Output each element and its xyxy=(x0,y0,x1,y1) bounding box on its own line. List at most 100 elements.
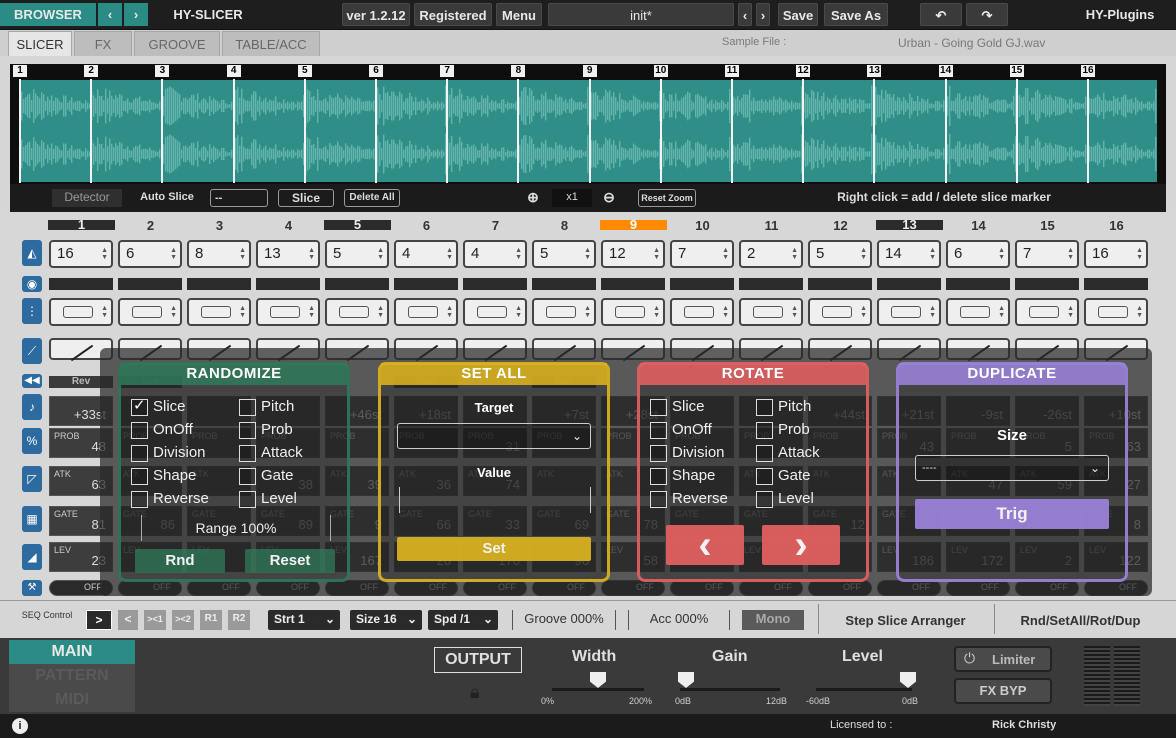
slice-select[interactable]: 6 ▲ ▼ xyxy=(946,240,1010,268)
reset-zoom-button[interactable]: Reset Zoom xyxy=(638,189,696,207)
division-select[interactable]: ▲ ▼ xyxy=(808,298,872,326)
spinner-icon[interactable]: ▲ ▼ xyxy=(860,305,867,319)
set-button[interactable]: Set xyxy=(397,537,591,561)
division-select[interactable]: ▲ ▼ xyxy=(325,298,389,326)
rnd-shape-checkbox[interactable]: Shape xyxy=(131,467,196,485)
onoff-toggle[interactable] xyxy=(670,278,734,290)
division-select[interactable]: ▲ ▼ xyxy=(946,298,1010,326)
spinner-icon[interactable]: ▲ ▼ xyxy=(722,305,729,319)
tab-fx[interactable]: FX xyxy=(74,31,132,56)
seq-groove-value[interactable]: Groove 000% xyxy=(512,610,616,630)
onoff-toggle[interactable] xyxy=(1015,278,1079,290)
slice-marker-line[interactable] xyxy=(517,79,520,183)
slice-marker-label[interactable]: 7 xyxy=(440,65,455,77)
nav-main[interactable]: MAIN xyxy=(9,640,135,664)
spinner-icon[interactable]: ▲ ▼ xyxy=(446,305,453,319)
rot-shape-checkbox[interactable]: Shape xyxy=(650,467,715,485)
rot-level-checkbox[interactable]: Level xyxy=(756,490,814,508)
nav-pattern[interactable]: PATTERN xyxy=(9,664,135,688)
rot-gate-checkbox[interactable]: Gate xyxy=(756,467,811,485)
division-select[interactable]: ▲ ▼ xyxy=(1015,298,1079,326)
spinner-icon[interactable]: ▲ ▼ xyxy=(101,305,108,319)
browser-prev-button[interactable]: ‹ xyxy=(98,3,122,26)
spinner-icon[interactable]: ▲ ▼ xyxy=(239,305,246,319)
onoff-toggle[interactable] xyxy=(118,278,182,290)
rnd-onoff-checkbox[interactable]: OnOff xyxy=(131,421,193,439)
spinner-icon[interactable]: ▲ ▼ xyxy=(929,305,936,319)
slice-select[interactable]: 14 ▲ ▼ xyxy=(877,240,941,268)
slice-marker-line[interactable] xyxy=(375,79,377,183)
rnd-prob-checkbox[interactable]: Prob xyxy=(239,421,293,439)
onoff-toggle[interactable] xyxy=(739,278,803,290)
spinner-icon[interactable]: ▲ ▼ xyxy=(791,247,798,261)
rnd-button[interactable]: Rnd xyxy=(135,549,225,573)
slice-marker-line[interactable] xyxy=(659,79,662,183)
reset-button[interactable]: Reset xyxy=(245,549,335,573)
slice-select[interactable]: 5 ▲ ▼ xyxy=(325,240,389,268)
slice-marker-label[interactable]: 3 xyxy=(155,65,170,77)
slice-select[interactable]: 13 ▲ ▼ xyxy=(256,240,320,268)
slice-marker-label[interactable]: 5 xyxy=(297,65,312,77)
rot-division-checkbox[interactable]: Division xyxy=(650,444,725,462)
division-select[interactable]: ▲ ▼ xyxy=(601,298,665,326)
setall-value-field[interactable] xyxy=(399,487,591,513)
save-button[interactable]: Save xyxy=(778,3,818,26)
onoff-toggle[interactable] xyxy=(187,278,251,290)
lock-icon[interactable]: 🔒︎ xyxy=(470,682,480,703)
gain-slider-track[interactable] xyxy=(680,688,780,691)
level-slider-track[interactable] xyxy=(816,688,912,691)
width-slider-track[interactable] xyxy=(552,688,644,691)
spinner-icon[interactable]: ▲ ▼ xyxy=(1136,305,1143,319)
spinner-icon[interactable]: ▲ ▼ xyxy=(653,247,660,261)
rotate-right-button[interactable]: › xyxy=(762,525,840,565)
slice-marker-line[interactable] xyxy=(90,79,93,183)
preset-next-button[interactable]: › xyxy=(756,3,770,26)
seq-acc-value[interactable]: Acc 000% xyxy=(628,610,730,630)
rnd-pitch-checkbox[interactable]: Pitch xyxy=(239,398,294,416)
menu-button[interactable]: Menu xyxy=(496,3,542,26)
slice-button[interactable]: Slice xyxy=(278,189,334,207)
tab-table-acc[interactable]: TABLE/ACC xyxy=(222,31,320,56)
rot-onoff-checkbox[interactable]: OnOff xyxy=(650,421,712,439)
rot-reverse-checkbox[interactable]: Reverse xyxy=(650,490,728,508)
level-slider-thumb[interactable] xyxy=(900,672,916,688)
division-select[interactable]: ▲ ▼ xyxy=(394,298,458,326)
spinner-icon[interactable]: ▲ ▼ xyxy=(515,305,522,319)
seq-pingpong1-button[interactable]: ><1 xyxy=(144,610,166,630)
seq-pingpong2-button[interactable]: ><2 xyxy=(172,610,194,630)
step-slice-arranger-button[interactable]: Step Slice Arranger xyxy=(818,604,992,634)
spinner-icon[interactable]: ▲ ▼ xyxy=(170,305,177,319)
delete-all-button[interactable]: Delete All xyxy=(344,189,400,207)
spinner-icon[interactable]: ▲ ▼ xyxy=(377,247,384,261)
slice-marker-line[interactable] xyxy=(802,79,805,183)
rot-slice-checkbox[interactable]: Slice xyxy=(650,398,705,416)
slice-marker-line[interactable] xyxy=(161,79,164,183)
slice-marker-label[interactable]: 14 xyxy=(938,65,953,77)
onoff-toggle[interactable] xyxy=(946,278,1010,290)
slice-marker-line[interactable] xyxy=(19,79,21,183)
trig-button[interactable]: Trig xyxy=(915,499,1109,529)
slice-marker-line[interactable] xyxy=(731,79,733,183)
slice-select[interactable]: 5 ▲ ▼ xyxy=(808,240,872,268)
spinner-icon[interactable]: ▲ ▼ xyxy=(308,247,315,261)
slice-select[interactable]: 4 ▲ ▼ xyxy=(394,240,458,268)
slice-select[interactable]: 6 ▲ ▼ xyxy=(118,240,182,268)
division-select[interactable]: ▲ ▼ xyxy=(49,298,113,326)
slice-marker-line[interactable] xyxy=(1015,79,1018,183)
info-icon[interactable]: i xyxy=(12,718,28,734)
spinner-icon[interactable]: ▲ ▼ xyxy=(653,305,660,319)
rnd-division-checkbox[interactable]: Division xyxy=(131,444,206,462)
spinner-icon[interactable]: ▲ ▼ xyxy=(929,247,936,261)
spinner-icon[interactable]: ▲ ▼ xyxy=(1136,247,1143,261)
spinner-icon[interactable]: ▲ ▼ xyxy=(1067,305,1074,319)
limiter-button[interactable]: ⏻ Limiter xyxy=(954,646,1052,672)
setall-target-select[interactable]: ⌄ xyxy=(397,423,591,449)
onoff-toggle[interactable] xyxy=(49,278,113,290)
onoff-toggle[interactable] xyxy=(877,278,941,290)
spinner-icon[interactable]: ▲ ▼ xyxy=(170,247,177,261)
rot-pitch-checkbox[interactable]: Pitch xyxy=(756,398,811,416)
slice-marker-label[interactable]: 13 xyxy=(867,65,882,77)
rot-attack-checkbox[interactable]: Attack xyxy=(756,444,820,462)
randomize-range[interactable]: Range 100% xyxy=(141,515,331,541)
division-select[interactable]: ▲ ▼ xyxy=(670,298,734,326)
